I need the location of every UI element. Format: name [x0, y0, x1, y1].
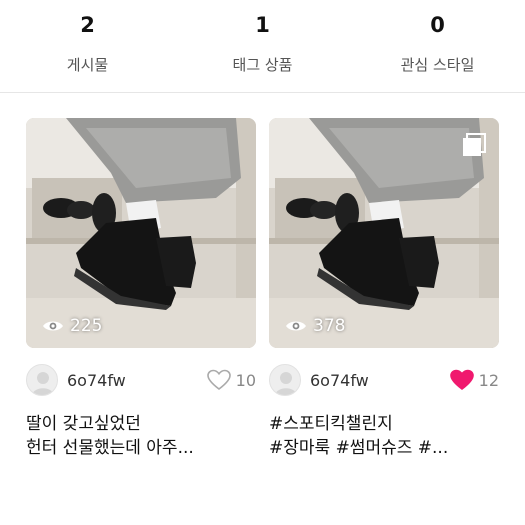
post-photo: [26, 118, 256, 348]
view-count: 378: [285, 316, 345, 336]
stat-label: 관심 스타일: [400, 56, 475, 74]
caption-line: #장마룩 #썸머슈즈 #...: [269, 438, 449, 458]
post-thumbnail[interactable]: 378: [269, 118, 499, 348]
eye-icon: [43, 321, 63, 331]
default-avatar-icon[interactable]: [269, 364, 301, 396]
like-button[interactable]: 10: [206, 369, 256, 391]
profile-stats: 2 게시물 1 태그 상품 0 관심 스타일: [0, 0, 525, 92]
multi-image-icon: [463, 133, 486, 156]
post-caption[interactable]: #스포티킥챌린지 #장마룩 #썸머슈즈 #...: [269, 412, 499, 460]
post-meta: 6o74fw 12: [269, 364, 499, 396]
caption-line: #스포티킥챌린지: [269, 414, 393, 434]
caption-line: 헌터 선물했는데 아주...: [26, 438, 194, 458]
heart-icon: [206, 369, 231, 391]
view-count: 225: [42, 316, 102, 336]
stat-label: 태그 상품: [232, 56, 293, 74]
eye-icon: [286, 321, 306, 331]
stat-tagged-products[interactable]: 1 태그 상품: [175, 0, 350, 92]
stat-count: 2: [80, 13, 95, 37]
divider: [0, 92, 525, 93]
stat-label: 게시물: [66, 56, 109, 74]
like-count: 10: [235, 370, 256, 390]
stat-count: 1: [255, 13, 270, 37]
stat-count: 0: [430, 13, 445, 37]
view-count-value: 378: [313, 316, 346, 336]
stat-liked-styles[interactable]: 0 관심 스타일: [350, 0, 525, 92]
username[interactable]: 6o74fw: [310, 371, 450, 390]
like-button[interactable]: 12: [449, 369, 499, 391]
post-caption[interactable]: 딸이 갖고싶었던 헌터 선물했는데 아주...: [26, 412, 256, 460]
default-avatar-icon[interactable]: [26, 364, 58, 396]
post-card: 225 6o74fw 10 딸이 갖고싶었던 헌터 선물했는데 아주...: [26, 118, 256, 460]
stat-posts[interactable]: 2 게시물: [0, 0, 175, 92]
post-card: 378 6o74fw 12 #스포티킥챌린지 #장마룩 #썸머슈즈 #...: [269, 118, 499, 460]
post-meta: 6o74fw 10: [26, 364, 256, 396]
username[interactable]: 6o74fw: [67, 371, 207, 390]
view-count-value: 225: [70, 316, 103, 336]
heart-icon: [449, 369, 474, 391]
post-thumbnail[interactable]: 225: [26, 118, 256, 348]
like-count: 12: [478, 370, 499, 390]
caption-line: 딸이 갖고싶었던: [26, 414, 141, 434]
